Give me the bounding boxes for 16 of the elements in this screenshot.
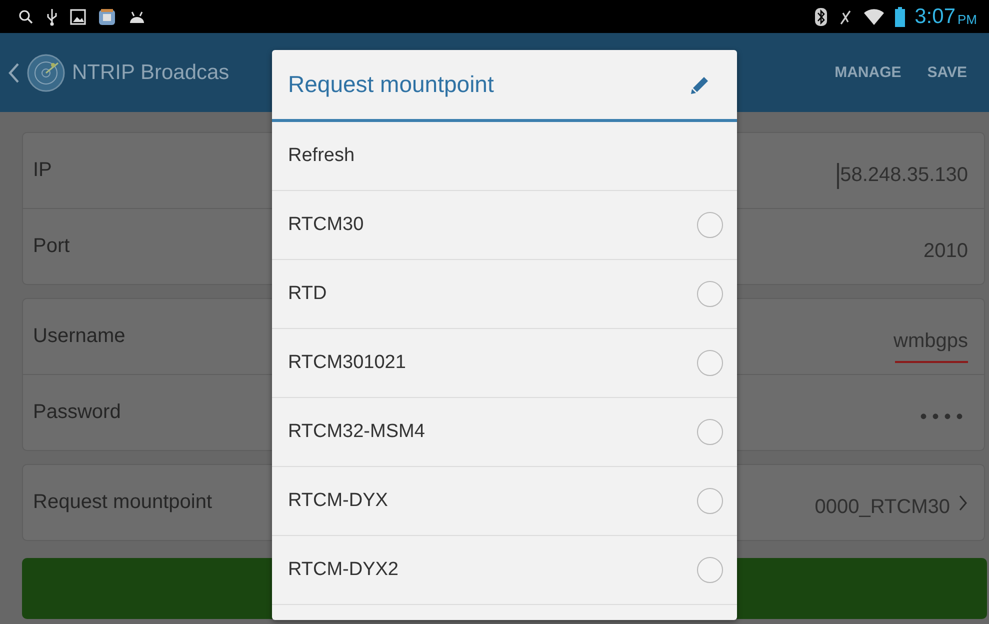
app-title: NTRIP Broadcas [72,60,230,84]
field-label: IP [33,159,52,182]
item-label: Refresh [288,145,355,167]
field-label: Port [33,235,70,258]
item-label: RTCM30 [288,214,364,236]
field-label: Request mountpoint [33,491,212,514]
clock-period: PM [958,12,977,26]
item-label: RTCM32-MSM4 [288,421,425,443]
dialog-title: Request mountpoint [288,71,494,98]
item-label: RTCM-DYX2 [288,559,398,581]
item-label: RTCM301021 [288,352,406,374]
item-label: RTD [288,283,327,305]
item-label: RTCM-DYX [288,490,388,512]
field-label: Username [33,325,126,348]
clock: 3:07 [914,4,956,28]
field-label: Password [33,401,121,424]
